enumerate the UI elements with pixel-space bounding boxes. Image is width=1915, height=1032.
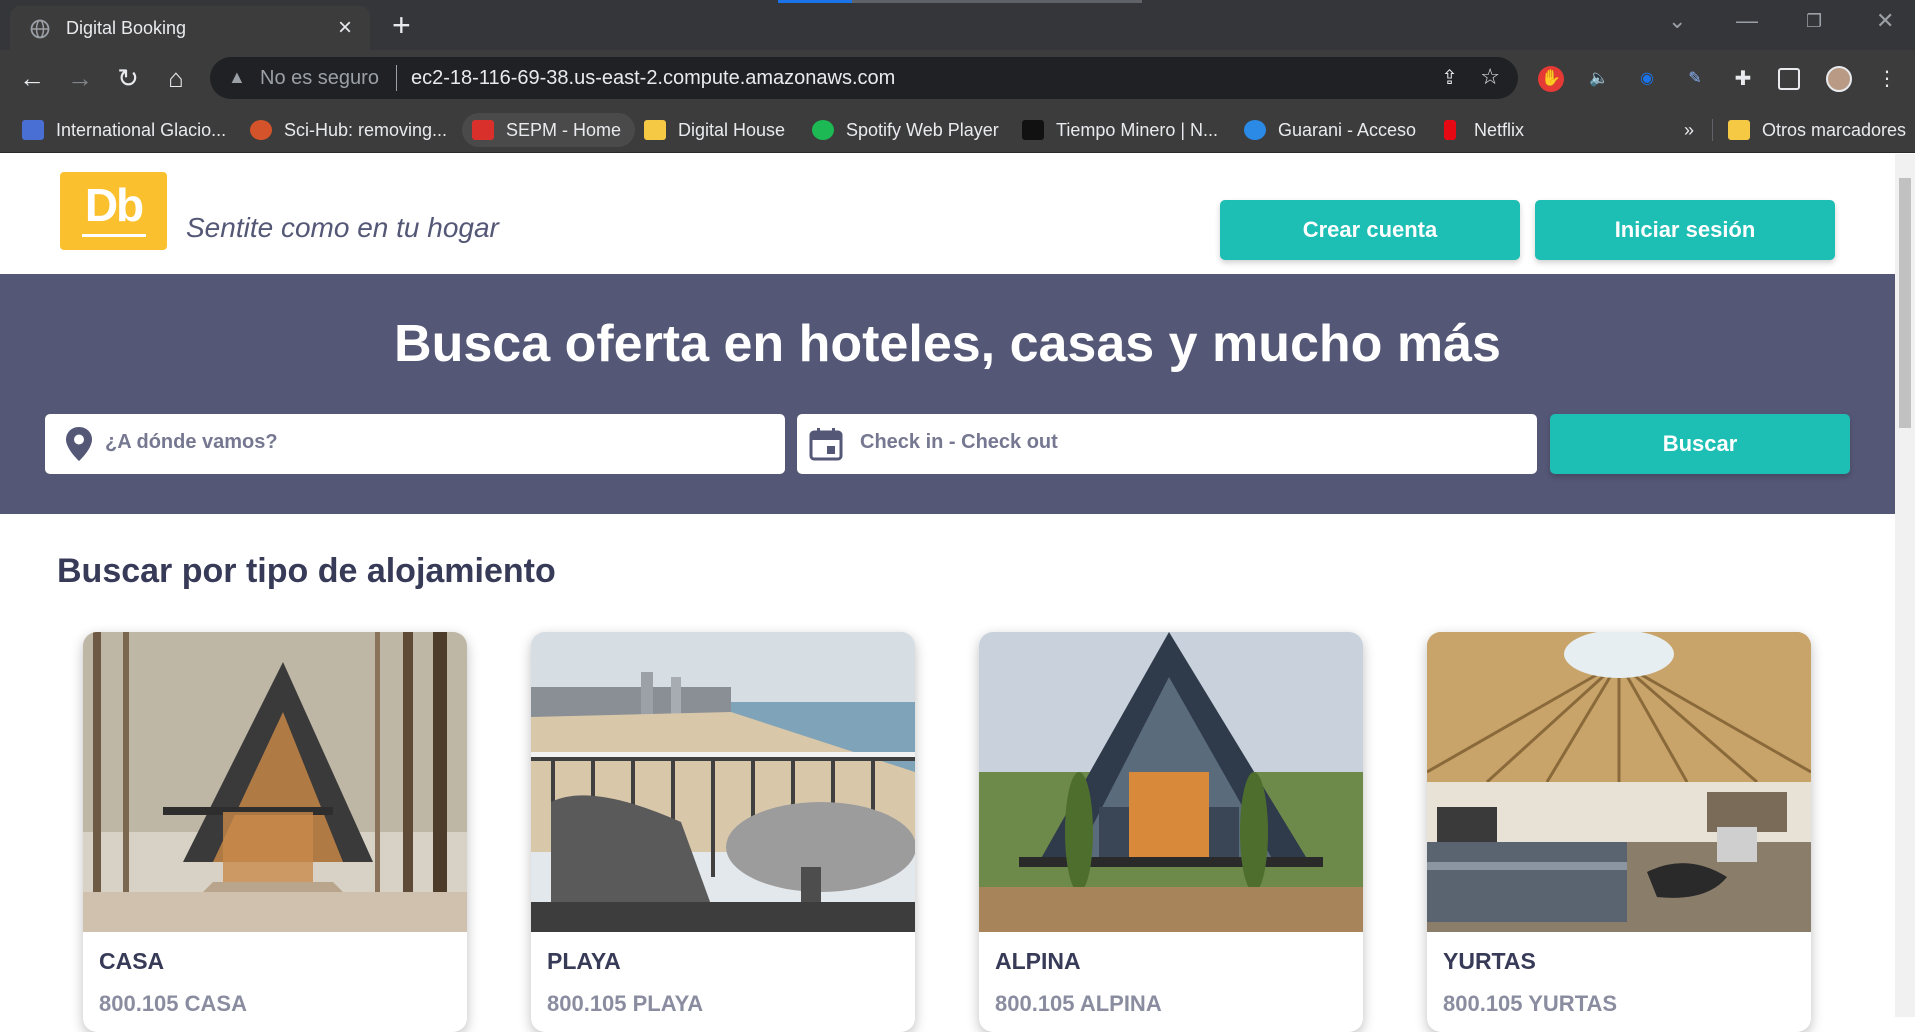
search-button[interactable]: Buscar bbox=[1550, 414, 1850, 474]
site-logo[interactable]: Db bbox=[60, 172, 167, 250]
destination-input[interactable]: ¿A dónde vamos? bbox=[45, 414, 785, 474]
restore-button[interactable]: ❐ bbox=[1806, 11, 1822, 32]
pen-extension-icon[interactable]: ✎ bbox=[1682, 66, 1708, 92]
close-window-button[interactable]: ✕ bbox=[1876, 8, 1894, 34]
logo-underline bbox=[82, 234, 146, 237]
login-button[interactable]: Iniciar sesión bbox=[1535, 200, 1835, 260]
category-name: CASA bbox=[99, 948, 165, 974]
bookmark-favicon-icon bbox=[22, 120, 44, 140]
minimize-button[interactable]: — bbox=[1736, 8, 1758, 34]
scrollbar-thumb[interactable] bbox=[1899, 178, 1911, 428]
category-card-casa[interactable]: CASA 800.105 CASA bbox=[83, 632, 467, 1032]
loading-track bbox=[852, 0, 1142, 3]
calendar-icon bbox=[809, 428, 843, 461]
security-status[interactable]: No es seguro bbox=[260, 67, 379, 90]
loading-indicator bbox=[778, 0, 852, 3]
folder-icon bbox=[1728, 120, 1750, 140]
tab-title: Digital Booking bbox=[66, 18, 187, 38]
dates-placeholder: Check in - Check out bbox=[860, 431, 1058, 453]
category-image bbox=[979, 632, 1363, 932]
share-icon[interactable]: ⇪ bbox=[1441, 65, 1458, 90]
category-count: 800.105 YURTAS bbox=[1443, 991, 1618, 1016]
folder-icon bbox=[644, 120, 666, 140]
adblock-extension-icon[interactable]: ✋ bbox=[1538, 66, 1564, 92]
forward-icon[interactable]: → bbox=[62, 60, 98, 96]
category-image bbox=[531, 632, 915, 932]
globe-icon bbox=[30, 19, 50, 39]
bookmarks-bar: International Glacio... Sci-Hub: removin… bbox=[0, 105, 1915, 153]
eye-extension-icon[interactable]: ◉ bbox=[1634, 66, 1660, 92]
bookmark-item[interactable]: Tiempo Minero | N... bbox=[1022, 113, 1218, 147]
address-bar[interactable]: ▲ No es seguro ec2-18-116-69-38.us-east-… bbox=[210, 57, 1518, 99]
create-account-button[interactable]: Crear cuenta bbox=[1220, 200, 1520, 260]
category-card-alpina[interactable]: ALPINA 800.105 ALPINA bbox=[979, 632, 1363, 1032]
tab-search-icon[interactable]: ⌄ bbox=[1668, 8, 1686, 34]
home-icon[interactable]: ⌂ bbox=[158, 60, 194, 96]
side-panel-icon[interactable] bbox=[1778, 68, 1800, 90]
category-count: 800.105 CASA bbox=[99, 991, 247, 1016]
hero-title: Busca oferta en hoteles, casas y mucho m… bbox=[394, 315, 1501, 373]
bookmark-item[interactable]: Digital House bbox=[644, 113, 785, 147]
category-card-yurtas[interactable]: YURTAS 800.105 YURTAS bbox=[1427, 632, 1811, 1032]
search-hero: Busca oferta en hoteles, casas y mucho m… bbox=[0, 274, 1895, 514]
bookmark-item[interactable]: Netflix bbox=[1440, 113, 1524, 147]
destination-placeholder: ¿A dónde vamos? bbox=[105, 431, 278, 453]
site-header: Db Sentite como en tu hogar Crear cuenta… bbox=[0, 154, 1895, 274]
date-range-input[interactable]: Check in - Check out bbox=[797, 414, 1537, 474]
bookmark-favicon-icon bbox=[1244, 120, 1266, 140]
url-text[interactable]: ec2-18-116-69-38.us-east-2.compute.amazo… bbox=[411, 67, 895, 90]
categories-title: Buscar por tipo de alojamiento bbox=[57, 552, 556, 590]
bookmark-favicon-icon bbox=[472, 120, 494, 140]
bookmark-item[interactable]: SEPM - Home bbox=[462, 113, 636, 147]
bookmark-item[interactable]: International Glacio... bbox=[22, 113, 226, 147]
other-bookmarks[interactable]: Otros marcadores bbox=[1728, 113, 1906, 147]
more-bookmarks-chevron-icon[interactable]: » bbox=[1684, 113, 1694, 147]
bookmark-item[interactable]: Sci-Hub: removing... bbox=[250, 113, 447, 147]
menu-kebab-icon[interactable]: ⋮ bbox=[1874, 66, 1900, 92]
volume-icon[interactable]: 🔈 bbox=[1586, 66, 1612, 92]
category-name: PLAYA bbox=[547, 948, 621, 974]
profile-avatar[interactable] bbox=[1826, 66, 1852, 92]
browser-tab[interactable]: Digital Booking × bbox=[10, 6, 370, 50]
bookmarks-divider bbox=[1712, 119, 1713, 141]
category-name: YURTAS bbox=[1443, 948, 1536, 974]
category-count: 800.105 PLAYA bbox=[547, 991, 704, 1016]
category-card-playa[interactable]: PLAYA 800.105 PLAYA bbox=[531, 632, 915, 1032]
netflix-icon bbox=[1444, 120, 1456, 140]
category-image bbox=[83, 632, 467, 932]
bookmark-star-icon[interactable]: ☆ bbox=[1480, 64, 1500, 90]
bookmark-item[interactable]: Spotify Web Player bbox=[812, 113, 999, 147]
back-icon[interactable]: ← bbox=[14, 60, 50, 96]
warning-icon[interactable]: ▲ bbox=[228, 67, 246, 88]
site-slogan: Sentite como en tu hogar bbox=[186, 212, 499, 243]
category-count: 800.105 ALPINA bbox=[995, 991, 1162, 1016]
page-viewport: Db Sentite como en tu hogar Crear cuenta… bbox=[0, 154, 1895, 1032]
new-tab-button[interactable]: + bbox=[392, 8, 411, 42]
bookmark-favicon-icon bbox=[250, 120, 272, 140]
location-pin-icon bbox=[66, 427, 92, 461]
bookmark-item[interactable]: Guarani - Acceso bbox=[1244, 113, 1416, 147]
category-name: ALPINA bbox=[995, 948, 1081, 974]
browser-toolbar: ← → ↻ ⌂ ▲ No es seguro ec2-18-116-69-38.… bbox=[0, 50, 1915, 105]
bookmark-favicon-icon bbox=[1022, 120, 1044, 140]
category-image bbox=[1427, 632, 1811, 932]
reload-icon[interactable]: ↻ bbox=[110, 60, 146, 96]
address-divider bbox=[396, 65, 397, 91]
browser-tab-bar: Digital Booking × + ⌄ — ❐ ✕ bbox=[0, 0, 1915, 50]
spotify-icon bbox=[812, 120, 834, 140]
close-tab-icon[interactable]: × bbox=[338, 14, 352, 42]
extensions-puzzle-icon[interactable]: ✚ bbox=[1730, 66, 1756, 92]
